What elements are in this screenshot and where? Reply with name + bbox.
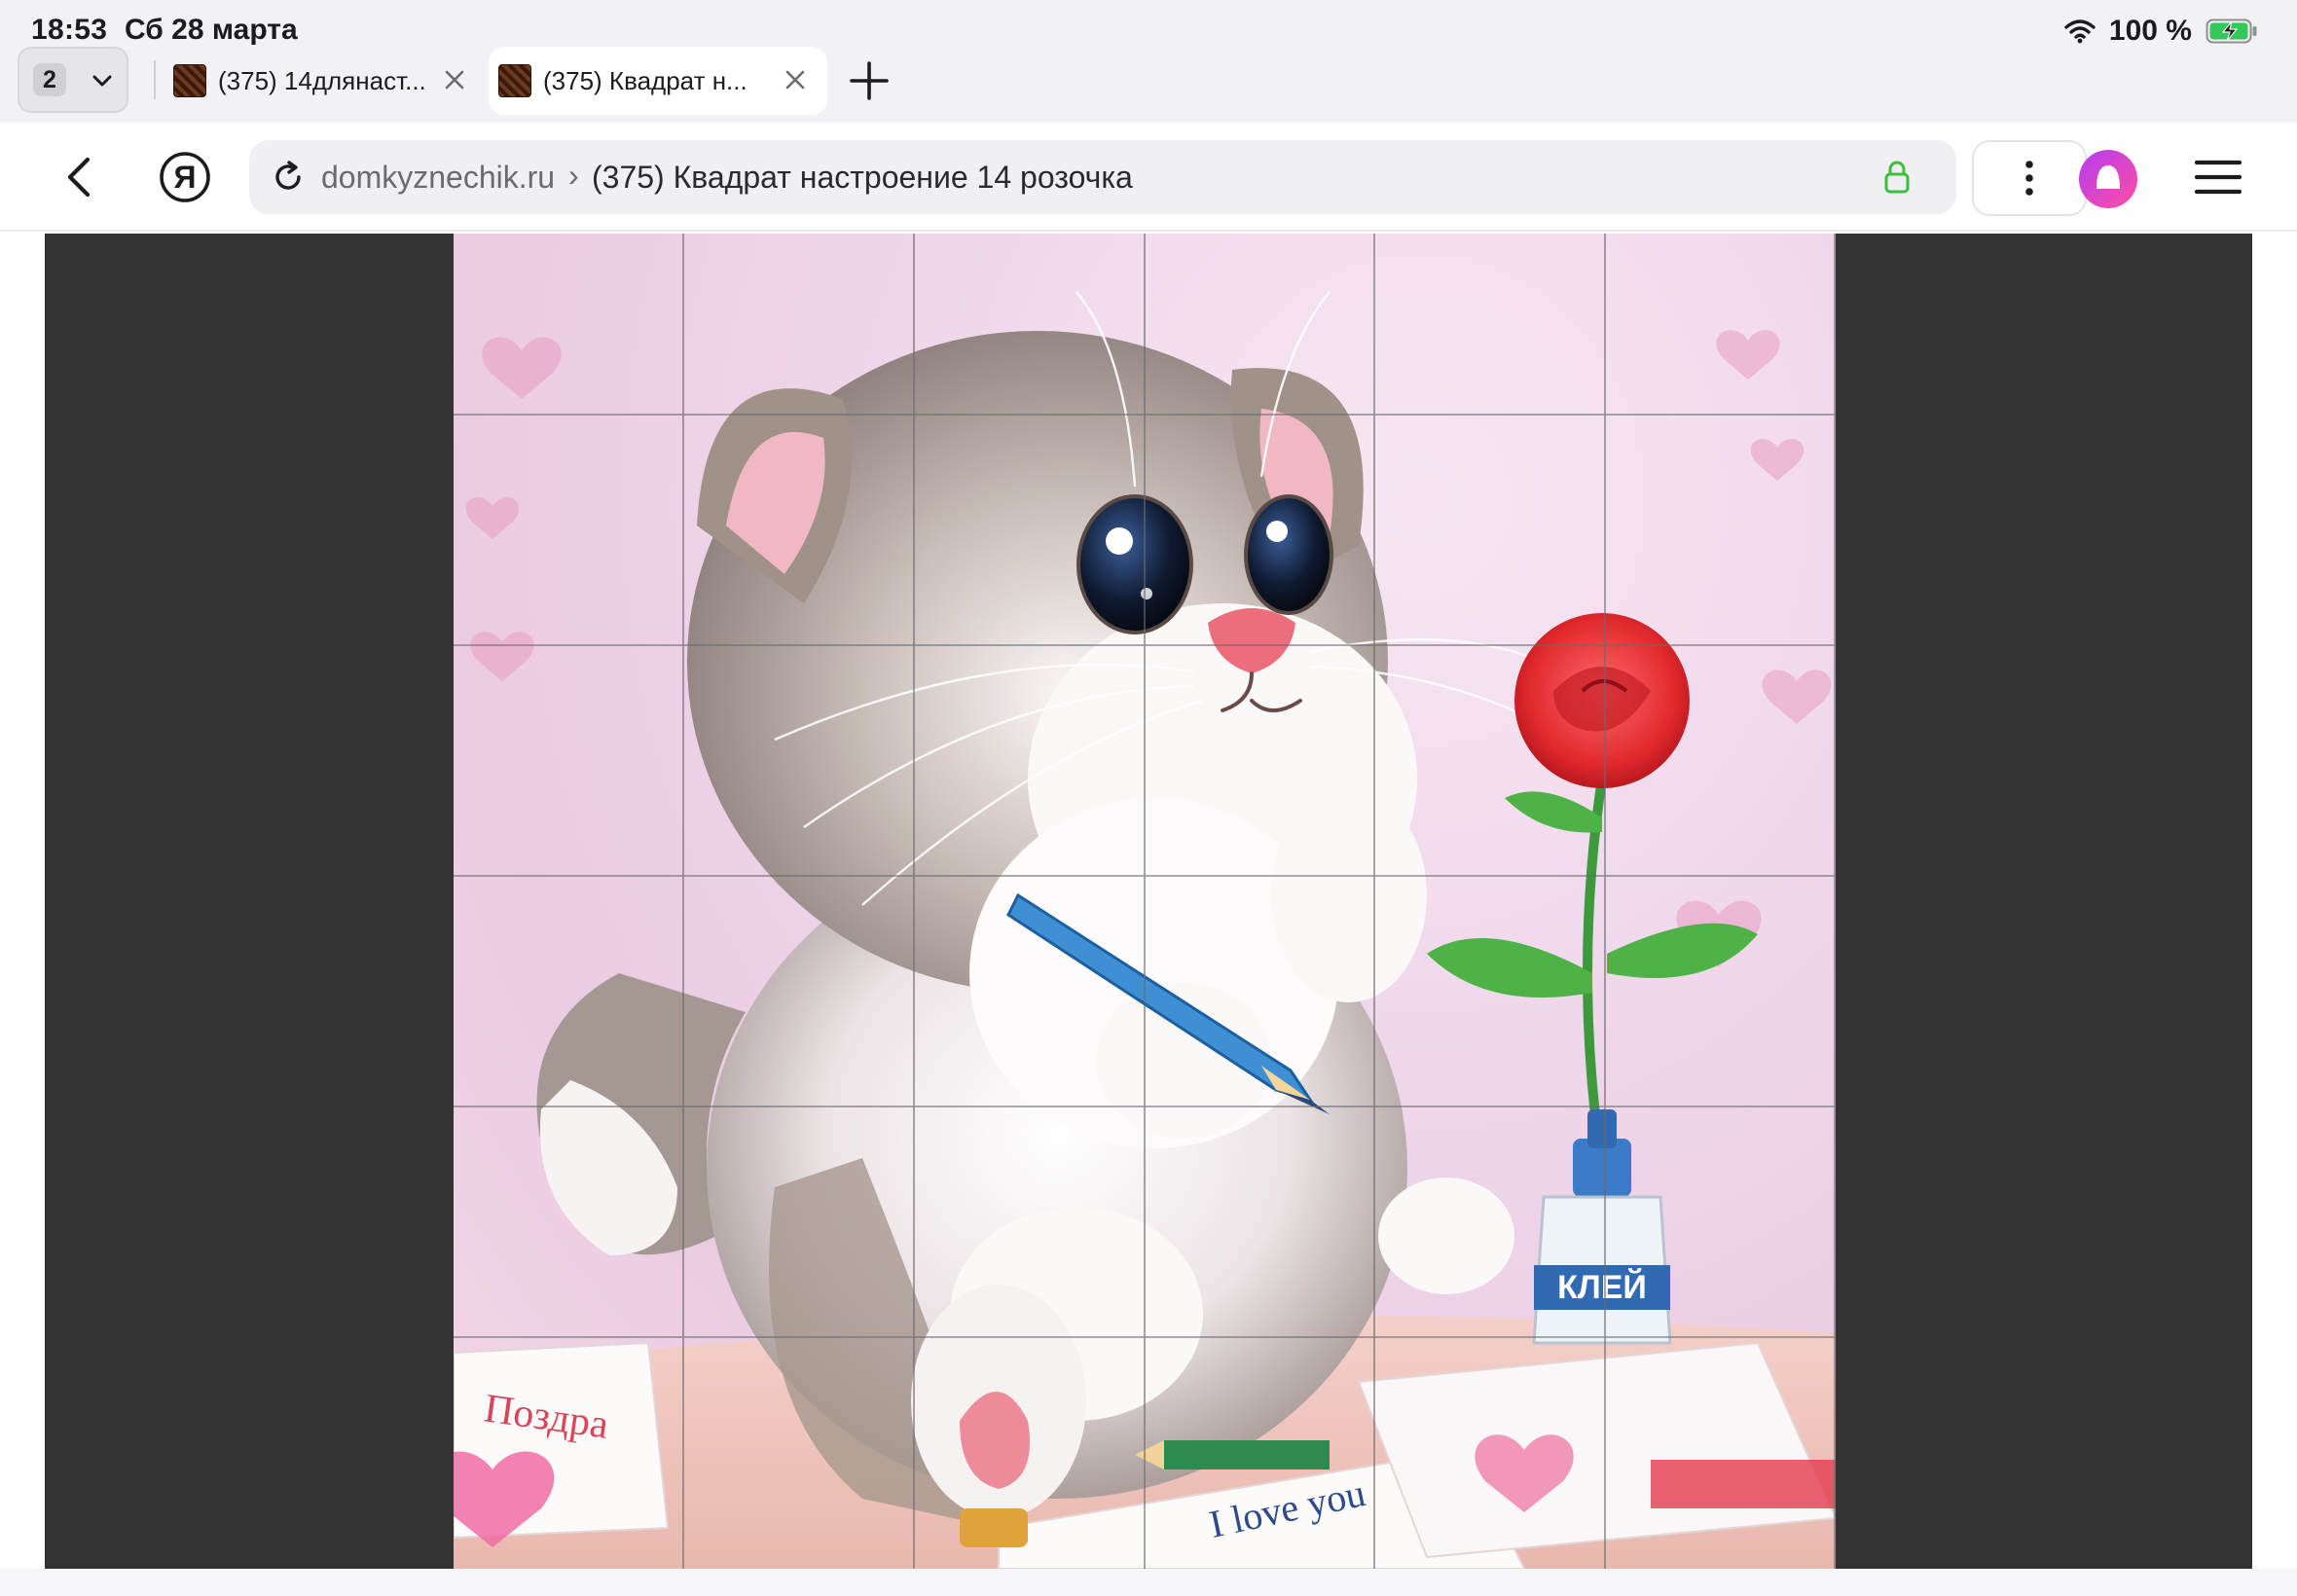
tab-2-active[interactable]: (375) Квадрат н... xyxy=(489,47,827,115)
favicon xyxy=(173,64,206,97)
browser-toolbar: Я domkyznechik.ru › (375) Квадрат настро… xyxy=(0,123,2297,232)
page-content: КЛЕЙ Поздра I love you xyxy=(0,232,2297,1596)
tab-divider xyxy=(154,60,156,99)
image-viewer: КЛЕЙ Поздра I love you xyxy=(45,234,2252,1569)
battery-icon xyxy=(2206,18,2257,44)
hamburger-icon[interactable] xyxy=(2194,158,2242,197)
more-options-button[interactable] xyxy=(1972,140,2087,216)
tab-count-badge: 2 xyxy=(33,63,66,96)
address-bar[interactable]: domkyznechik.ru › (375) Квадрат настроен… xyxy=(249,140,1956,214)
battery-percent: 100 % xyxy=(2108,15,2192,47)
back-icon[interactable] xyxy=(53,150,107,204)
yandex-icon[interactable]: Я xyxy=(158,150,212,204)
plus-icon[interactable] xyxy=(847,58,892,103)
close-icon[interactable] xyxy=(442,67,467,92)
alice-icon[interactable] xyxy=(2077,148,2139,210)
tab-title: (375) 14длянаст... xyxy=(218,66,424,95)
tab-switcher-button[interactable]: 2 xyxy=(18,47,128,113)
status-time: 18:53 xyxy=(31,14,108,46)
glue-bottle: КЛЕЙ xyxy=(1532,1109,1672,1345)
status-indicators: 100 % xyxy=(2064,12,2258,51)
page-bottom-area xyxy=(0,1569,2297,1596)
browser-chrome: 18:53 Сб 28 марта 100 % 2 (375) 14длянас… xyxy=(0,0,2297,123)
kitten-illustration: КЛЕЙ Поздра I love you xyxy=(454,234,1836,1569)
url-page-title: (375) Квадрат настроение 14 розочка xyxy=(592,160,1133,195)
svg-text:Я: Я xyxy=(174,160,197,195)
tab-1[interactable]: (375) 14длянаст... xyxy=(164,47,479,115)
more-vertical-icon xyxy=(2025,161,2033,196)
wifi-icon xyxy=(2064,19,2096,44)
chevron-down-icon xyxy=(92,75,112,87)
reload-icon[interactable] xyxy=(271,160,306,195)
kitten-rose-picture[interactable]: КЛЕЙ Поздра I love you xyxy=(454,234,1836,1569)
url-domain: domkyznechik.ru xyxy=(321,160,556,195)
status-date: Сб 28 марта xyxy=(125,14,298,46)
bottle-label: КЛЕЙ xyxy=(1557,1268,1647,1306)
url-separator: › xyxy=(568,158,579,193)
close-icon[interactable] xyxy=(783,67,808,92)
favicon xyxy=(498,64,531,97)
lock-icon[interactable] xyxy=(1880,160,1914,195)
tab-title: (375) Квадрат н... xyxy=(543,66,747,95)
